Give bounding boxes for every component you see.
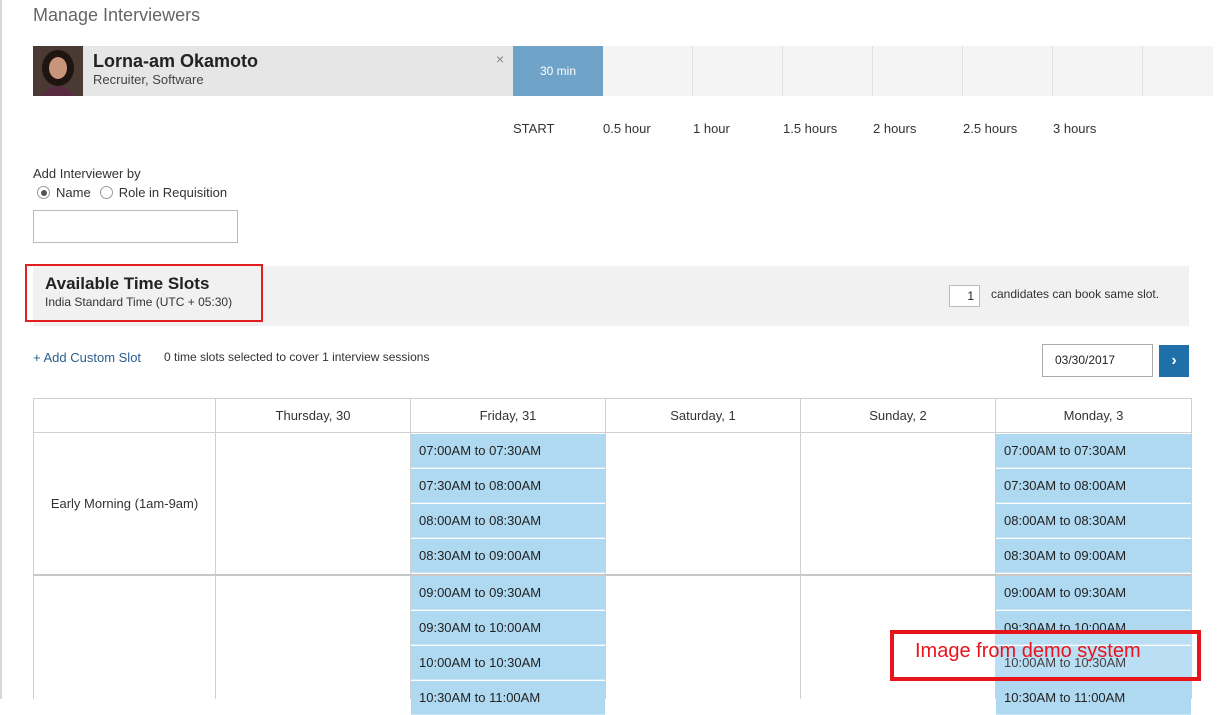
avatar-photo-icon: [33, 46, 83, 96]
interviewer-role: Recruiter, Software: [93, 72, 204, 87]
column-divider: [800, 433, 801, 699]
friday-slot[interactable]: 09:00AM to 09:30AM: [411, 576, 605, 610]
timeline-gridline: [1142, 46, 1143, 96]
day-header: Friday, 31: [410, 399, 605, 434]
left-border: [0, 0, 2, 699]
radio-name-label[interactable]: Name: [56, 185, 91, 200]
monday-slot[interactable]: 07:00AM to 07:30AM: [996, 434, 1191, 468]
monday-slot[interactable]: 10:30AM to 11:00AM: [996, 681, 1191, 715]
duration-block[interactable]: 30 min: [513, 46, 603, 96]
close-icon[interactable]: ×: [496, 51, 504, 67]
timeline-tick: 1 hour: [693, 121, 730, 136]
page-title: Manage Interviewers: [33, 5, 201, 25]
column-divider: [605, 433, 606, 699]
calendar-header: Thursday, 30 Friday, 31 Saturday, 1 Sund…: [34, 398, 1191, 434]
time-slots-title: Available Time Slots: [45, 274, 210, 293]
demo-watermark-text: Image from demo system: [915, 640, 1141, 662]
interviewer-track: Lorna-am Okamoto Recruiter, Software × 3…: [33, 46, 1213, 96]
timezone-label: India Standard Time (UTC + 05:30): [45, 295, 233, 309]
friday-slot[interactable]: 08:00AM to 08:30AM: [411, 504, 605, 538]
interviewer-search-input[interactable]: [33, 210, 238, 243]
timeline-gridline: [782, 46, 783, 96]
friday-slot[interactable]: 10:30AM to 11:00AM: [411, 681, 605, 715]
add-by-radio-group: Name Role in Requisition: [37, 185, 236, 200]
candidates-per-slot-label: candidates can book same slot.: [991, 287, 1160, 301]
monday-slot[interactable]: 08:30AM to 09:00AM: [996, 539, 1191, 573]
friday-slot[interactable]: 10:00AM to 10:30AM: [411, 646, 605, 680]
monday-slot[interactable]: 08:00AM to 08:30AM: [996, 504, 1191, 538]
date-field[interactable]: 03/30/2017: [1042, 344, 1153, 377]
timeline-gridline: [692, 46, 693, 96]
avatar: [33, 46, 83, 96]
row-label-early-morning: Early Morning (1am-9am): [50, 496, 199, 511]
monday-slot[interactable]: 07:30AM to 08:00AM: [996, 469, 1191, 503]
timeline-gridline: [872, 46, 873, 96]
candidates-per-slot-input[interactable]: 1: [949, 285, 980, 307]
friday-slot[interactable]: 09:30AM to 10:00AM: [411, 611, 605, 645]
radio-role-in-requisition[interactable]: [99, 186, 113, 199]
timeline-gridline: [962, 46, 963, 96]
day-header: Thursday, 30: [215, 399, 410, 434]
timeline-tick: 0.5 hour: [603, 121, 651, 136]
radio-name[interactable]: [37, 186, 50, 199]
timeline-tick: START: [513, 121, 555, 136]
radio-role-label[interactable]: Role in Requisition: [119, 185, 227, 200]
timeline-tick: 2 hours: [873, 121, 917, 136]
day-header: Sunday, 2: [800, 399, 995, 434]
column-divider: [215, 433, 216, 699]
friday-slot[interactable]: 07:30AM to 08:00AM: [411, 469, 605, 503]
friday-slot[interactable]: 08:30AM to 09:00AM: [411, 539, 605, 573]
timeline-tick: 2.5 hours: [963, 121, 1018, 136]
monday-slot[interactable]: 09:00AM to 09:30AM: [996, 576, 1191, 610]
selection-summary: 0 time slots selected to cover 1 intervi…: [164, 350, 430, 364]
interviewer-card: Lorna-am Okamoto Recruiter, Software ×: [33, 46, 513, 96]
friday-slot[interactable]: 07:00AM to 07:30AM: [411, 434, 605, 468]
timeline-gridline: [1052, 46, 1053, 96]
timeline-tick: 3 hours: [1053, 121, 1097, 136]
chevron-right-icon[interactable]: ›: [1159, 345, 1189, 377]
timeline-tick: 1.5 hours: [783, 121, 838, 136]
interviewer-name: Lorna-am Okamoto: [93, 51, 259, 71]
day-header: Saturday, 1: [605, 399, 800, 434]
day-header: Monday, 3: [995, 399, 1191, 434]
add-custom-slot-link[interactable]: + Add Custom Slot: [33, 350, 141, 365]
add-interviewer-label: Add Interviewer by: [33, 166, 141, 181]
